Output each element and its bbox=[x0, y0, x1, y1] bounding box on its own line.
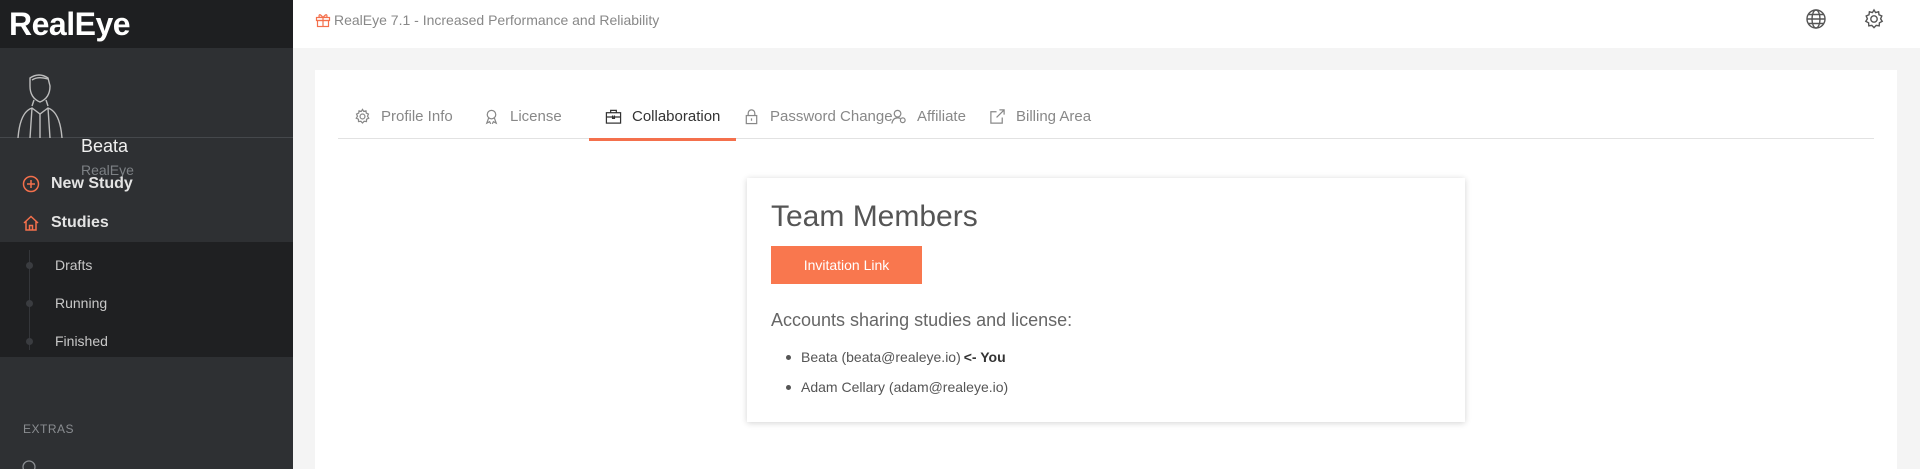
brand-logo[interactable]: RealEye bbox=[9, 6, 131, 43]
member-text: Adam Cellary (adam@realeye.io) bbox=[801, 379, 1009, 395]
nav-studies[interactable]: Studies bbox=[0, 203, 293, 242]
gear-icon[interactable] bbox=[1863, 8, 1885, 30]
nav-new-study-label: New Study bbox=[51, 174, 133, 192]
nav-sub: Drafts Running Finished bbox=[0, 242, 293, 357]
topbar: RealEye 7.1 - Increased Performance and … bbox=[293, 0, 1920, 48]
announcement-link[interactable]: RealEye 7.1 - Increased Performance and … bbox=[315, 12, 659, 28]
plus-circle-icon bbox=[22, 175, 40, 192]
nav-extras-item-cut[interactable] bbox=[22, 460, 142, 469]
list-item: Adam Cellary (adam@realeye.io) bbox=[785, 378, 1009, 408]
award-icon bbox=[485, 109, 498, 125]
nav-drafts[interactable]: Drafts bbox=[0, 246, 293, 284]
app-root: RealEye Beata RealEye New Study Studies … bbox=[0, 0, 1920, 469]
nav-drafts-label: Drafts bbox=[55, 257, 93, 273]
you-marker: <- You bbox=[963, 349, 1006, 365]
user-name[interactable]: Beata bbox=[81, 136, 128, 157]
nav-running[interactable]: Running bbox=[0, 284, 293, 322]
tab-billing-area-label: Billing Area bbox=[1016, 108, 1092, 125]
nav-studies-label: Studies bbox=[51, 213, 109, 231]
tab-profile-info-label: Profile Info bbox=[381, 108, 453, 125]
briefcase-icon bbox=[605, 109, 622, 124]
lock-icon bbox=[745, 109, 758, 125]
nav-finished[interactable]: Finished bbox=[0, 322, 293, 360]
tab-license[interactable]: License bbox=[467, 94, 578, 139]
bullet-dot bbox=[26, 300, 33, 307]
accounts-list: Beata (beata@realeye.io) <- You Adam Cell… bbox=[785, 348, 1009, 408]
globe-icon[interactable] bbox=[1805, 8, 1827, 30]
accounts-heading: Accounts sharing studies and license: bbox=[771, 310, 1073, 330]
nav-running-label: Running bbox=[55, 295, 108, 311]
panel-title: Team Members bbox=[771, 200, 978, 233]
avatar[interactable] bbox=[12, 68, 67, 138]
profile-tabs: Profile Info License Collaboration Passw… bbox=[338, 94, 1874, 141]
gift-icon bbox=[315, 14, 331, 28]
main-card: Profile Info License Collaboration Passw… bbox=[315, 70, 1897, 469]
team-members-panel: Team Members Invitation Link Accounts sh… bbox=[747, 178, 1465, 422]
user-box: Beata RealEye bbox=[0, 48, 293, 178]
bullet-dot bbox=[26, 338, 33, 345]
announcement-text: RealEye 7.1 - Increased Performance and … bbox=[334, 12, 660, 28]
user-badge-icon bbox=[891, 109, 906, 124]
extras-section-label: EXTRAS bbox=[23, 422, 75, 436]
invitation-link-button[interactable]: Invitation Link bbox=[771, 246, 922, 284]
home-icon bbox=[23, 214, 39, 231]
tab-collaboration-label: Collaboration bbox=[632, 108, 721, 125]
list-item: Beata (beata@realeye.io) <- You bbox=[785, 348, 1008, 378]
nav-main: New Study Studies bbox=[0, 164, 293, 242]
tab-license-label: License bbox=[510, 108, 562, 125]
sidebar: RealEye Beata RealEye New Study Studies … bbox=[0, 0, 293, 469]
nav-finished-label: Finished bbox=[55, 333, 108, 349]
gear-icon bbox=[355, 108, 370, 124]
bullet-dot bbox=[26, 262, 33, 269]
tab-billing-area[interactable]: Billing Area bbox=[973, 94, 1107, 139]
circle-icon bbox=[22, 460, 36, 469]
tab-affiliate[interactable]: Affiliate bbox=[874, 94, 982, 139]
tab-collaboration[interactable]: Collaboration bbox=[589, 94, 737, 141]
member-text: Beata (beata@realeye.io) bbox=[801, 349, 961, 365]
tab-affiliate-label: Affiliate bbox=[917, 108, 966, 125]
brand-bar: RealEye bbox=[0, 0, 293, 48]
tab-profile-info[interactable]: Profile Info bbox=[338, 94, 469, 139]
nav-new-study[interactable]: New Study bbox=[0, 164, 293, 203]
external-link-icon bbox=[990, 109, 1005, 124]
